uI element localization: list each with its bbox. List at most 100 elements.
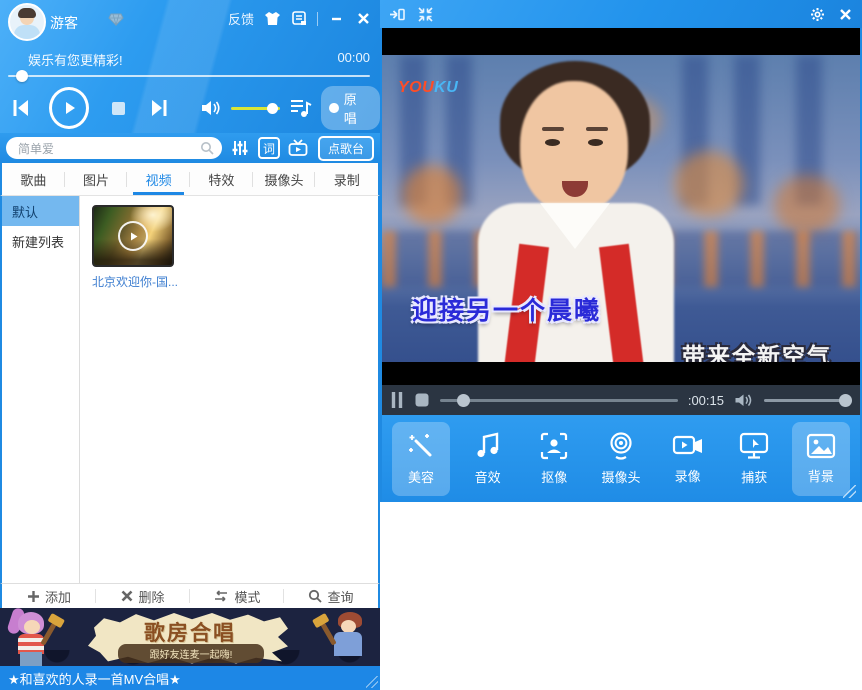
playlist-item-default[interactable]: 默认 — [2, 196, 79, 226]
video-seek-handle[interactable] — [457, 394, 470, 407]
tool-webcam[interactable]: 摄像头 — [592, 422, 650, 496]
video-control-bar: :00:15 — [382, 385, 860, 415]
lyrics-button[interactable]: 词 — [258, 137, 280, 159]
minimize-button[interactable] — [327, 10, 345, 28]
video-volume-icon[interactable] — [734, 392, 754, 409]
shrink-icon[interactable] — [416, 5, 434, 23]
youku-logo: YOUKU — [398, 79, 458, 97]
video-titlebar — [380, 0, 862, 28]
ad-title: 歌房合唱 — [110, 617, 270, 647]
status-text: ★和喜欢的人录一首MV合唱★ — [8, 669, 181, 688]
playlist-sidebar: 默认 新建列表 — [2, 196, 80, 583]
video-camera-icon — [672, 433, 704, 459]
resize-grip[interactable] — [366, 676, 378, 688]
feedback-link[interactable]: 反馈 — [228, 9, 254, 28]
tasklist-icon[interactable] — [290, 10, 308, 28]
ad-banner[interactable]: 歌房合唱 跟好友连麦一起嗨! — [0, 608, 380, 666]
tool-chroma-key[interactable]: 抠像 — [525, 422, 583, 496]
background-image-icon — [806, 433, 836, 459]
song-progress-slider[interactable] — [8, 72, 370, 80]
library-content: 默认 新建列表 北京欢迎你-国... — [0, 196, 380, 583]
elapsed-time: 00:00 — [337, 50, 370, 65]
tool-sound-effects[interactable]: 音效 — [459, 422, 517, 496]
volume-slider[interactable] — [231, 107, 280, 110]
mv-tv-icon[interactable] — [287, 137, 309, 159]
close-button[interactable] — [354, 10, 372, 28]
main-window: 游客 反馈 娱乐有您更精彩! 00: — [0, 0, 380, 690]
playlist-icon[interactable] — [280, 97, 321, 119]
toggle-dot — [329, 103, 338, 113]
playlist-item-new[interactable]: 新建列表 — [2, 226, 79, 256]
settings-gear-icon[interactable] — [808, 5, 826, 23]
library-tabs: 歌曲 图片 视频 特效 摄像头 录制 — [0, 163, 380, 196]
video-seek-slider[interactable] — [440, 394, 678, 406]
tool-capture[interactable]: 捕获 — [725, 422, 783, 496]
slogan-text: 娱乐有您更精彩! — [28, 50, 123, 69]
tab-camera[interactable]: 摄像头 — [253, 163, 316, 195]
video-window: YOUKU 迎接另一个晨曦 带来全新空气 :00:15 — [380, 0, 862, 502]
avatar[interactable] — [8, 3, 46, 41]
media-grid: 北京欢迎你-国... — [81, 196, 378, 583]
delete-button[interactable]: 删除 — [96, 584, 190, 608]
search-box — [6, 137, 222, 159]
effects-toolbar: 美容 音效 抠像 摄像头 — [382, 415, 860, 502]
volume-handle[interactable] — [267, 103, 278, 114]
vip-diamond-icon — [108, 13, 124, 26]
search-row: 词 点歌台 — [0, 133, 380, 163]
mode-button[interactable]: 模式 — [190, 584, 284, 608]
query-button[interactable]: 查询 — [284, 584, 378, 608]
video-volume-slider[interactable] — [764, 394, 852, 406]
webcam-icon — [606, 432, 636, 460]
close-video-button[interactable] — [836, 5, 854, 23]
video-resize-grip[interactable] — [843, 485, 856, 498]
progress-handle[interactable] — [16, 70, 28, 82]
tool-beauty[interactable]: 美容 — [392, 422, 450, 496]
media-item[interactable]: 北京欢迎你-国... — [92, 205, 178, 290]
screen-capture-icon — [739, 432, 769, 460]
username-label: 游客 — [50, 13, 78, 33]
tool-background[interactable]: 背景 — [792, 422, 850, 496]
add-button[interactable]: 添加 — [2, 584, 96, 608]
karaoke-lyric-line2: 带来全新空气 — [682, 337, 832, 362]
ad-character-right — [320, 610, 380, 666]
app-root: 游客 反馈 娱乐有您更精彩! 00: — [0, 0, 862, 690]
tab-effects[interactable]: 特效 — [190, 163, 253, 195]
search-input[interactable] — [18, 137, 198, 159]
player-header: 游客 反馈 娱乐有您更精彩! 00: — [0, 0, 380, 133]
tab-record[interactable]: 录制 — [315, 163, 378, 195]
song-station-button[interactable]: 点歌台 — [318, 136, 374, 161]
stop-button[interactable] — [97, 101, 140, 116]
next-button[interactable] — [140, 97, 178, 119]
ad-subtitle: 跟好友连麦一起嗨! — [118, 644, 264, 663]
original-vocal-toggle[interactable]: 原唱 — [321, 86, 380, 130]
transport-controls: 原唱 — [0, 86, 380, 130]
search-icon[interactable] — [200, 141, 214, 155]
play-button[interactable] — [49, 87, 89, 129]
video-frame: YOUKU 迎接另一个晨曦 带来全新空气 — [382, 55, 860, 362]
status-bar: ★和喜欢的人录一首MV合唱★ — [0, 666, 380, 690]
skin-theme-icon[interactable] — [263, 10, 281, 28]
video-viewport[interactable]: YOUKU 迎接另一个晨曦 带来全新空气 — [382, 28, 860, 385]
karaoke-lyric-line1: 迎接另一个晨曦 — [412, 291, 601, 327]
tab-pictures[interactable]: 图片 — [65, 163, 128, 195]
video-volume-handle[interactable] — [839, 394, 852, 407]
tab-songs[interactable]: 歌曲 — [2, 163, 65, 195]
ad-character-left — [2, 608, 62, 666]
media-item-title: 北京欢迎你-国... — [92, 273, 178, 290]
previous-button[interactable] — [0, 97, 41, 119]
tool-record-video[interactable]: 录像 — [659, 422, 717, 496]
mixer-icon[interactable] — [229, 137, 251, 159]
video-time: :00:15 — [688, 393, 724, 408]
play-overlay-icon — [118, 221, 148, 251]
pause-button[interactable] — [390, 391, 404, 409]
person-matte-icon — [540, 432, 568, 460]
dock-window-icon[interactable] — [388, 5, 406, 23]
tab-videos[interactable]: 视频 — [127, 163, 190, 195]
music-note-icon — [475, 432, 501, 460]
magic-wand-icon — [407, 432, 435, 460]
stop-video-button[interactable] — [414, 392, 430, 408]
original-vocal-label: 原唱 — [344, 89, 368, 127]
volume-icon[interactable] — [190, 98, 231, 118]
footer-actions: 添加 删除 模式 查询 — [0, 583, 380, 608]
video-thumbnail[interactable] — [92, 205, 174, 267]
